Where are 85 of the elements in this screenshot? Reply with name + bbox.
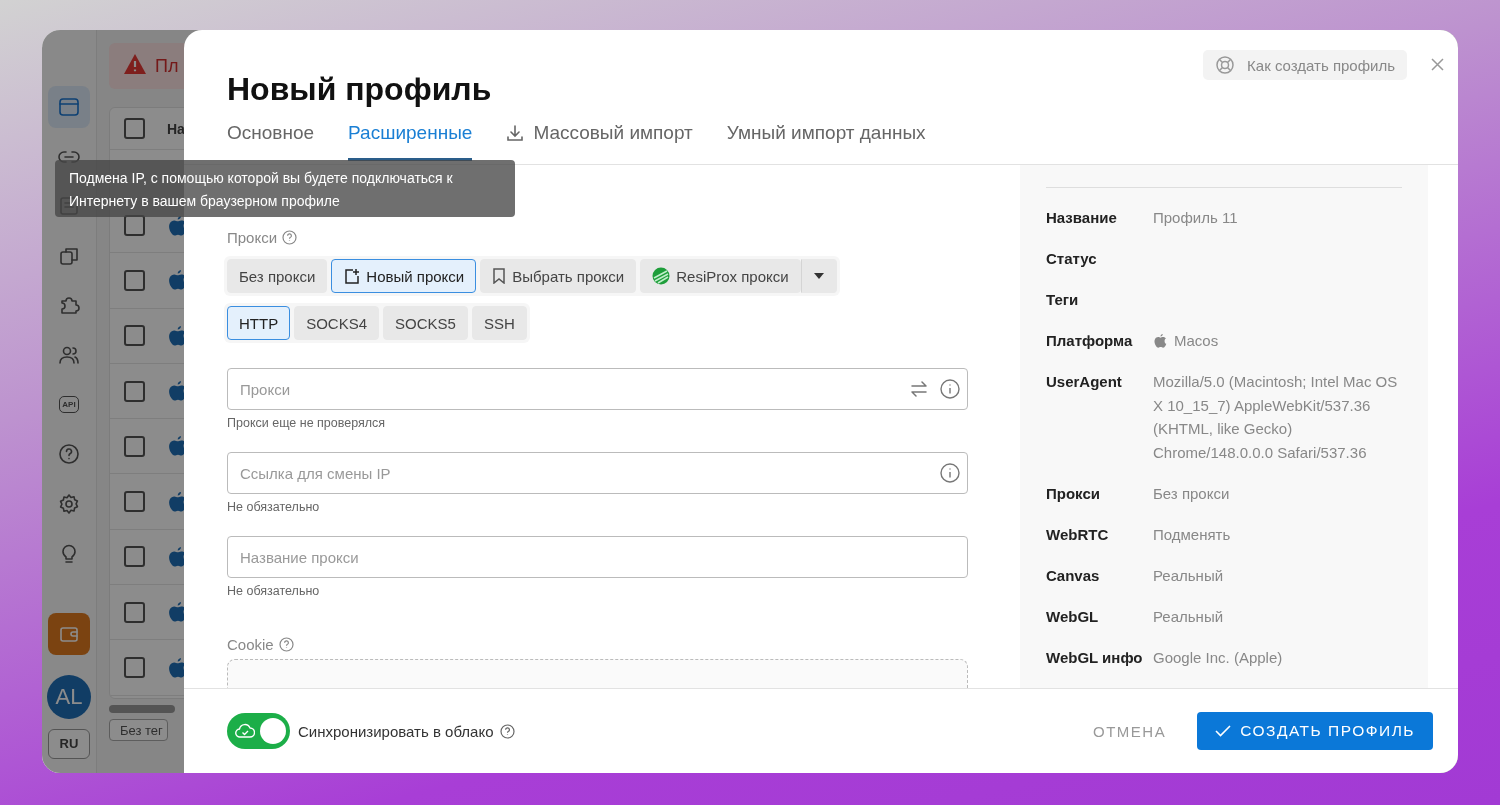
bookmark-icon [492,268,507,284]
cloud-icon [235,723,255,739]
protocol-option[interactable]: SOCKS5 [383,306,468,340]
scrollbar[interactable] [109,705,175,713]
checkbox[interactable] [124,491,145,513]
summary-label: WebGL инфо [1046,647,1144,668]
help-icon[interactable] [282,230,298,245]
checkbox[interactable] [124,546,145,568]
help-icon[interactable] [278,637,294,652]
info-icon[interactable] [940,379,960,399]
summary-label: Прокси [1046,483,1101,504]
logo-icon [652,267,671,285]
apple-icon [167,379,187,404]
checkbox[interactable] [124,601,145,623]
helper-text: Прокси еще не проверялся [227,416,387,430]
checkbox[interactable] [124,657,145,678]
tab[interactable]: Массовый импорт [506,122,693,161]
summary-label: Платформа [1046,331,1134,351]
apple-icon [1153,332,1167,350]
input-field[interactable]: Прокси [227,368,968,410]
check-icon [1215,725,1232,737]
helper-text: Не обязательно [227,584,321,598]
help-icon[interactable] [499,723,515,739]
checkbox[interactable] [124,380,145,402]
sync-label: Синхронизировать в облако [298,722,494,740]
add-icon [343,267,361,285]
summary-label: WebRTC [1046,524,1110,545]
create-button[interactable]: СОЗДАТЬ ПРОФИЛЬ [1197,712,1433,750]
apple-icon [167,600,187,625]
tooltip: Подмена IP, с помощью которой вы будете подключаться к Интернету в вашем браузерном профиле [55,160,515,217]
summary-label: WebGL [1046,606,1100,627]
banner-text: Пл [155,55,179,77]
proxy-option[interactable]: Выбрать прокси [480,259,637,293]
summary-value: Mozilla/5.0 (Macintosh; Intel Mac OS X 10_15_7) AppleWebKit/537.36 (KHTML, like Gecko) Chrome/148.0.0.0 Safari/537.36 [1153,372,1399,463]
tab[interactable]: Умный импорт данных [726,122,926,161]
summary-value: Macos [1174,331,1219,351]
field-label: Cookie [227,636,274,653]
summary-label: Статус [1046,249,1098,269]
close-button[interactable] [1431,58,1444,71]
checkbox[interactable] [124,269,145,291]
summary-label: Теги [1046,290,1080,310]
summary-value: Реальный [1153,606,1224,627]
summary-label: UserAgent [1046,372,1123,392]
apple-icon [167,323,187,348]
protocol-option[interactable]: HTTP [227,306,291,340]
field-label: Прокси [227,229,278,246]
apple-icon [167,489,187,514]
helper-text: Не обязательно [227,500,321,514]
tab[interactable]: Основное [227,122,315,161]
apple-icon [167,544,187,569]
download-icon [506,124,525,142]
apple-icon [167,268,187,293]
wallet-icon[interactable] [48,612,90,655]
resiprox-button[interactable]: ResiProx прокси [640,259,801,293]
input-field[interactable]: Название прокси [227,536,968,578]
summary-value: Профиль 11 [1153,208,1238,228]
apple-icon [167,655,187,680]
avatar[interactable]: AL [47,674,91,719]
summary-value: Без прокси [1153,483,1230,504]
dropdown-button[interactable] [800,259,837,293]
help-button[interactable]: Как создать профиль [1203,50,1407,80]
swap-icon[interactable] [910,381,928,397]
protocol-option[interactable]: SSH [471,306,527,340]
dialog-title: Новый профиль [227,70,492,108]
summary-value: Реальный [1153,565,1224,586]
checkbox[interactable] [124,325,145,347]
info-icon[interactable] [940,463,960,483]
sync-toggle[interactable] [227,713,290,749]
summary-label: Название [1046,208,1118,228]
checkbox[interactable] [124,118,145,139]
apple-icon [167,434,187,459]
summary-value: Подменять [1153,524,1231,545]
lifebuoy-icon [1215,55,1236,75]
summary-value: Google Inc. (Apple) [1153,647,1283,668]
browser-icon[interactable] [48,86,90,128]
protocol-option[interactable]: SOCKS4 [294,306,380,340]
caret-icon [813,273,824,279]
column-header: На [167,120,185,137]
language-button[interactable]: RU [48,728,90,759]
proxy-option[interactable]: Без прокси [227,259,328,293]
tag-filter[interactable]: Без тег [109,719,168,741]
proxy-option[interactable]: Новый прокси [331,259,477,293]
checkbox[interactable] [124,435,145,457]
input-field[interactable]: Ссылка для смены IP [227,452,968,494]
summary-label: Canvas [1046,565,1101,586]
